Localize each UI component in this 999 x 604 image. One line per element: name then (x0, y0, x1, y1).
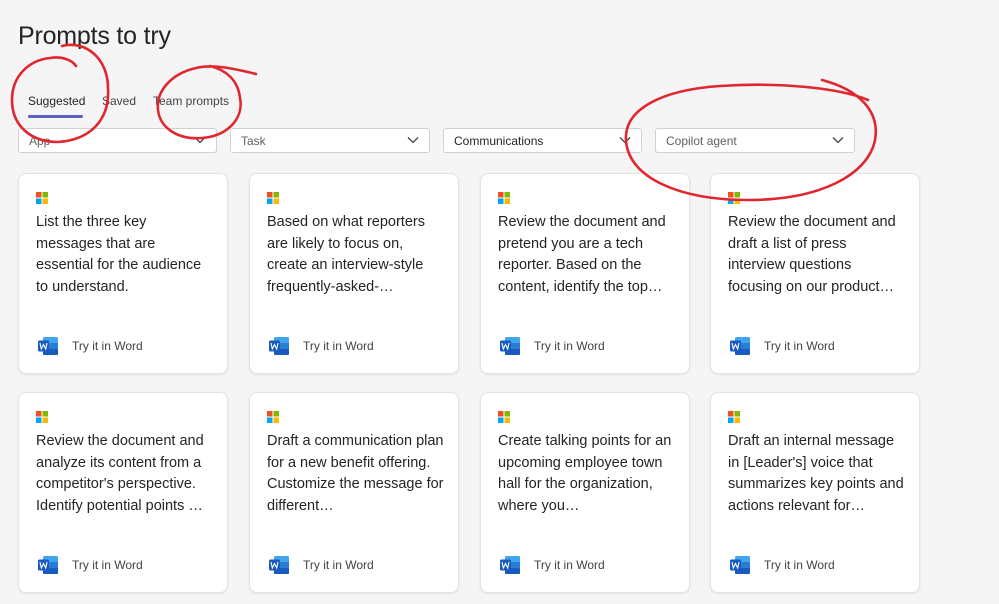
word-icon (500, 556, 520, 574)
try-in-word-link[interactable]: Try it in Word (303, 339, 374, 353)
task-filter-dropdown[interactable]: Task (230, 128, 430, 153)
prompt-card[interactable]: Based on what reporters are likely to fo… (249, 173, 459, 374)
word-icon (730, 337, 750, 355)
page-title: Prompts to try (18, 22, 171, 50)
word-icon (38, 556, 58, 574)
word-icon (38, 337, 58, 355)
chevron-down-icon (619, 137, 631, 144)
try-in-word-link[interactable]: Try it in Word (764, 339, 835, 353)
prompt-card[interactable]: Draft an internal message in [Leader's] … (710, 392, 920, 593)
microsoft-logo-icon (498, 192, 510, 204)
try-in-word-link[interactable]: Try it in Word (72, 339, 143, 353)
category-filter-dropdown[interactable]: Communications (443, 128, 642, 153)
tab-team-prompts[interactable]: Team prompts (153, 94, 229, 108)
microsoft-logo-icon (267, 192, 279, 204)
word-icon (269, 556, 289, 574)
tab-saved[interactable]: Saved (102, 94, 136, 108)
tab-suggested[interactable]: Suggested (28, 94, 85, 108)
word-icon (500, 337, 520, 355)
word-icon (730, 556, 750, 574)
prompt-card[interactable]: Draft a communication plan for a new ben… (249, 392, 459, 593)
active-tab-indicator (28, 115, 83, 118)
agent-filter-dropdown[interactable]: Copilot agent (655, 128, 855, 153)
microsoft-logo-icon (36, 411, 48, 423)
microsoft-logo-icon (36, 192, 48, 204)
prompt-text: Based on what reporters are likely to fo… (267, 214, 425, 296)
prompt-card[interactable]: Create talking points for an upcoming em… (480, 392, 690, 593)
agent-filter-placeholder: Copilot agent (666, 134, 737, 148)
prompt-card[interactable]: Review the document and draft a list of … (710, 173, 920, 374)
microsoft-logo-icon (728, 411, 740, 423)
prompt-text: Draft a communication plan for a new ben… (267, 433, 444, 515)
prompt-text: Review the document and analyze its cont… (36, 433, 204, 515)
app-filter-dropdown[interactable]: App (18, 128, 217, 153)
prompt-card[interactable]: Review the document and analyze its cont… (18, 392, 228, 593)
word-icon (269, 337, 289, 355)
prompt-text: List the three key messages that are ess… (36, 214, 202, 296)
prompt-text: Review the document and draft a list of … (728, 214, 896, 296)
microsoft-logo-icon (728, 192, 740, 204)
try-in-word-link[interactable]: Try it in Word (764, 558, 835, 572)
app-filter-placeholder: App (29, 134, 51, 148)
try-in-word-link[interactable]: Try it in Word (72, 558, 143, 572)
prompt-card[interactable]: List the three key messages that are ess… (18, 173, 228, 374)
prompt-text: Create talking points for an upcoming em… (498, 433, 672, 515)
chevron-down-icon (407, 137, 419, 144)
try-in-word-link[interactable]: Try it in Word (303, 558, 374, 572)
try-in-word-link[interactable]: Try it in Word (534, 339, 605, 353)
prompt-text: Draft an internal message in [Leader's] … (728, 433, 904, 515)
microsoft-logo-icon (267, 411, 279, 423)
category-filter-value: Communications (454, 134, 544, 148)
try-in-word-link[interactable]: Try it in Word (534, 558, 605, 572)
chevron-down-icon (194, 137, 206, 144)
microsoft-logo-icon (498, 411, 510, 423)
prompt-text: Review the document and pretend you are … (498, 214, 666, 296)
prompt-card[interactable]: Review the document and pretend you are … (480, 173, 690, 374)
task-filter-placeholder: Task (241, 134, 266, 148)
chevron-down-icon (832, 137, 844, 144)
